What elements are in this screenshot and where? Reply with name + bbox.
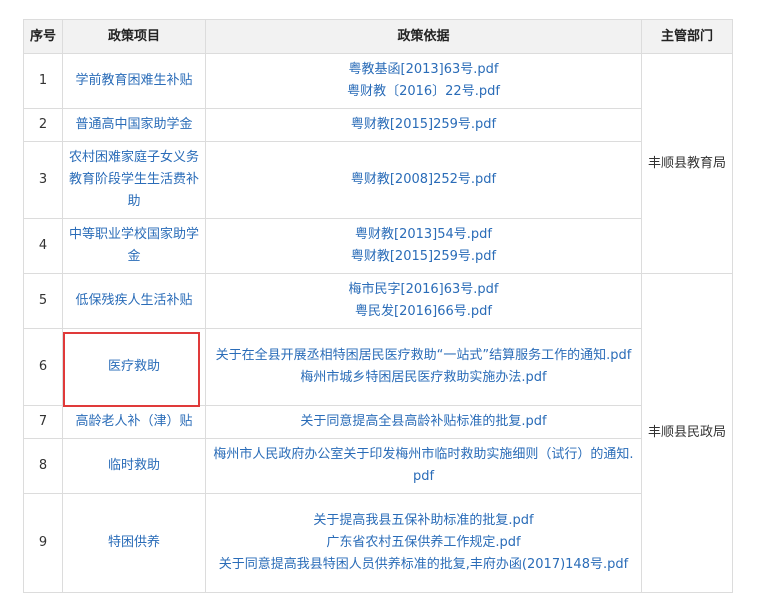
pdf-link[interactable]: 粤财教[2013]54号.pdf <box>212 224 635 246</box>
pdf-link[interactable]: 广东省农村五保供养工作规定.pdf <box>212 532 635 554</box>
pdf-link[interactable]: 粤财教[2015]259号.pdf <box>212 246 635 268</box>
policy-item-link[interactable]: 低保残疾人生活补贴 <box>62 273 206 329</box>
policy-item-link[interactable]: 临时救助 <box>62 438 206 494</box>
table-row: 1 学前教育困难生补贴 粤教基函[2013]63号.pdf 粤财教〔2016〕2… <box>23 53 733 274</box>
header-basis: 政策依据 <box>205 19 642 54</box>
row-index: 1 <box>23 53 63 109</box>
pdf-link[interactable]: 粤财教[2015]259号.pdf <box>212 114 635 136</box>
pdf-link[interactable]: 粤教基函[2013]63号.pdf <box>212 59 635 81</box>
row-index: 5 <box>23 273 63 329</box>
pdf-link[interactable]: 关于在全县开展丞相特困居民医疗救助“一站式”结算服务工作的通知.pdf <box>212 345 635 367</box>
table-row: 3 农村困难家庭子女义务教育阶段学生生活费补助 粤财教[2008]252号.pd… <box>23 141 733 219</box>
table-row: 2 普通高中国家助学金 粤财教[2015]259号.pdf <box>23 108 733 142</box>
row-index: 9 <box>23 493 63 593</box>
pdf-link[interactable]: 粤财教[2008]252号.pdf <box>212 169 635 191</box>
basis-cell: 关于在全县开展丞相特困居民医疗救助“一站式”结算服务工作的通知.pdf 梅州市城… <box>205 328 642 406</box>
table-row: 9 特困供养 关于提高我县五保补助标准的批复.pdf 广东省农村五保供养工作规定… <box>23 493 733 593</box>
basis-cell: 粤财教[2008]252号.pdf <box>205 141 642 219</box>
policy-item-link[interactable]: 医疗救助 <box>62 328 206 406</box>
policy-item-link[interactable]: 特困供养 <box>62 493 206 593</box>
pdf-link[interactable]: 梅州市城乡特困居民医疗救助实施办法.pdf <box>212 367 635 389</box>
basis-cell: 梅州市人民政府办公室关于印发梅州市临时救助实施细则（试行）的通知.pdf <box>205 438 642 494</box>
policy-item-link[interactable]: 中等职业学校国家助学金 <box>62 218 206 274</box>
basis-cell: 粤财教[2015]259号.pdf <box>205 108 642 142</box>
table-row: 5 低保残疾人生活补贴 梅市民字[2016]63号.pdf 粤民发[2016]6… <box>23 273 733 593</box>
policy-item-link[interactable]: 高龄老人补（津）贴 <box>62 405 206 439</box>
row-index: 7 <box>23 405 63 439</box>
row-index: 4 <box>23 218 63 274</box>
page: 序号 政策项目 政策依据 主管部门 1 学前教育困难生补贴 粤教基函[2013]… <box>0 0 767 593</box>
policy-table: 序号 政策项目 政策依据 主管部门 1 学前教育困难生补贴 粤教基函[2013]… <box>23 19 733 593</box>
table-row: 7 高龄老人补（津）贴 关于同意提高全县高龄补贴标准的批复.pdf <box>23 405 733 439</box>
pdf-link[interactable]: 关于提高我县五保补助标准的批复.pdf <box>212 510 635 532</box>
row-index: 2 <box>23 108 63 142</box>
basis-cell: 粤财教[2013]54号.pdf 粤财教[2015]259号.pdf <box>205 218 642 274</box>
table-row: 6 医疗救助 关于在全县开展丞相特困居民医疗救助“一站式”结算服务工作的通知.p… <box>23 328 733 406</box>
basis-cell: 梅市民字[2016]63号.pdf 粤民发[2016]66号.pdf <box>205 273 642 329</box>
policy-item-link[interactable]: 学前教育困难生补贴 <box>62 53 206 109</box>
row-index: 6 <box>23 328 63 406</box>
basis-cell: 关于提高我县五保补助标准的批复.pdf 广东省农村五保供养工作规定.pdf 关于… <box>205 493 642 593</box>
table-row: 4 中等职业学校国家助学金 粤财教[2013]54号.pdf 粤财教[2015]… <box>23 218 733 274</box>
policy-item-link[interactable]: 农村困难家庭子女义务教育阶段学生生活费补助 <box>62 141 206 219</box>
dept-cell-education: 丰顺县教育局 <box>641 53 733 274</box>
basis-cell: 关于同意提高全县高龄补贴标准的批复.pdf <box>205 405 642 439</box>
policy-item-link[interactable]: 普通高中国家助学金 <box>62 108 206 142</box>
basis-cell: 粤教基函[2013]63号.pdf 粤财教〔2016〕22号.pdf <box>205 53 642 109</box>
header-item: 政策项目 <box>62 19 206 54</box>
pdf-link[interactable]: 梅州市人民政府办公室关于印发梅州市临时救助实施细则（试行）的通知.pdf <box>212 444 635 488</box>
table-row: 8 临时救助 梅州市人民政府办公室关于印发梅州市临时救助实施细则（试行）的通知.… <box>23 438 733 494</box>
row-index: 3 <box>23 141 63 219</box>
header-dept: 主管部门 <box>641 19 733 54</box>
pdf-link[interactable]: 关于同意提高我县特困人员供养标准的批复,丰府办函(2017)148号.pdf <box>212 554 635 576</box>
row-index: 8 <box>23 438 63 494</box>
dept-cell-civil-affairs: 丰顺县民政局 <box>641 273 733 593</box>
header-index: 序号 <box>23 19 63 54</box>
pdf-link[interactable]: 粤财教〔2016〕22号.pdf <box>212 81 635 103</box>
pdf-link[interactable]: 粤民发[2016]66号.pdf <box>212 301 635 323</box>
table-header-row: 序号 政策项目 政策依据 主管部门 <box>23 19 733 54</box>
pdf-link[interactable]: 梅市民字[2016]63号.pdf <box>212 279 635 301</box>
pdf-link[interactable]: 关于同意提高全县高龄补贴标准的批复.pdf <box>212 411 635 433</box>
